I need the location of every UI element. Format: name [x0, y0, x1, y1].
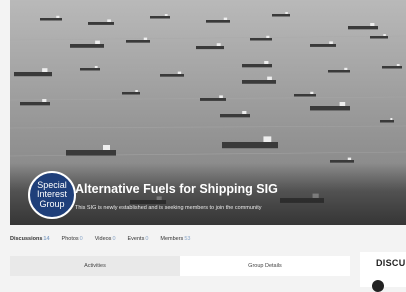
ship-hull: [382, 66, 402, 69]
ship-bridge: [107, 19, 111, 22]
ship-bridge: [266, 35, 270, 38]
tab-label: Discussions: [10, 236, 43, 242]
ship-bridge: [177, 71, 182, 74]
ship-bridge: [267, 76, 272, 80]
ship-hull: [348, 26, 378, 30]
ship-bridge: [42, 68, 48, 72]
ship-bridge: [219, 95, 223, 98]
ship-hull: [122, 92, 140, 95]
ship-bridge: [396, 64, 400, 66]
ship-bridge: [94, 66, 98, 68]
ship-hull: [66, 150, 116, 156]
ship-hull: [380, 120, 394, 123]
ship-bridge: [143, 37, 148, 40]
ship-hull: [14, 72, 52, 77]
tab-events[interactable]: Events0: [128, 236, 149, 242]
ship-bridge: [285, 12, 288, 14]
ship-hull: [272, 14, 290, 17]
ship-hull: [370, 36, 388, 39]
ship-hull: [328, 70, 350, 73]
ship-bridge: [223, 17, 228, 20]
ship-hull: [80, 68, 100, 71]
ship-bridge: [95, 40, 100, 44]
tab-label: Photos: [61, 236, 79, 242]
tab-count: 0: [112, 236, 116, 242]
tab-videos[interactable]: Videos0: [95, 236, 116, 242]
ship-bridge: [329, 41, 333, 44]
ship-hull: [242, 80, 276, 84]
ship-bridge: [339, 102, 346, 106]
special-interest-group-badge: Special Interest Group: [28, 171, 76, 219]
ship-hull: [70, 44, 104, 48]
ship-hull: [200, 98, 226, 101]
group-details-tab[interactable]: Group Details: [180, 256, 350, 276]
ship-hull: [220, 114, 250, 118]
group-title: Alternative Fuels for Shipping SIG: [75, 182, 278, 196]
ship-hull: [310, 106, 350, 111]
ship-bridge: [164, 14, 168, 16]
tab-count: 53: [184, 236, 191, 242]
ship-bridge: [135, 90, 138, 92]
ship-bridge: [310, 91, 314, 94]
tab-label: Events: [127, 236, 145, 242]
ship-bridge: [216, 43, 221, 46]
tab-photos[interactable]: Photos0: [62, 236, 83, 242]
tab-count: 14: [43, 236, 50, 242]
ship-bridge: [103, 145, 110, 150]
group-tabs: Discussions14 Photos0 Videos0 Events0 Me…: [10, 232, 202, 246]
ship-bridge: [347, 157, 352, 160]
ship-hull: [40, 18, 62, 21]
discussions-panel: DISCU: [360, 252, 406, 292]
ship-bridge: [263, 136, 272, 142]
ship-bridge: [42, 99, 47, 102]
ship-hull: [150, 16, 170, 19]
tab-label: Members: [160, 236, 184, 242]
tab-label: Videos: [94, 236, 112, 242]
ship-hull: [294, 94, 316, 97]
ship-hull: [126, 40, 150, 43]
ship-bridge: [56, 15, 60, 18]
ship-bridge: [344, 67, 348, 70]
badge-line: Group: [39, 198, 65, 209]
ship-hull: [310, 44, 336, 47]
ship-hull: [242, 64, 272, 68]
avatar: [372, 280, 384, 292]
ship-hull: [206, 20, 230, 23]
tab-discussions[interactable]: Discussions14: [10, 236, 50, 242]
tab-members[interactable]: Members53: [160, 236, 190, 242]
ship-hull: [250, 38, 272, 41]
ship-hull: [20, 102, 50, 106]
ship-bridge: [390, 118, 393, 120]
ship-hull: [88, 22, 114, 25]
content-subtabs: Activities Group Details: [10, 256, 350, 276]
tab-count: 0: [79, 236, 83, 242]
ship-hull: [160, 74, 184, 77]
ship-bridge: [264, 61, 269, 64]
group-subtitle: This SIG is newly established and is see…: [75, 205, 262, 211]
discussions-heading: DISCU: [376, 258, 406, 268]
ship-bridge: [383, 34, 386, 36]
activities-tab[interactable]: Activities: [10, 256, 180, 276]
ship-hull: [222, 142, 278, 149]
ship-bridge: [370, 23, 375, 26]
ship-hull: [196, 46, 224, 50]
ship-bridge: [242, 111, 247, 114]
tab-count: 0: [145, 236, 149, 242]
